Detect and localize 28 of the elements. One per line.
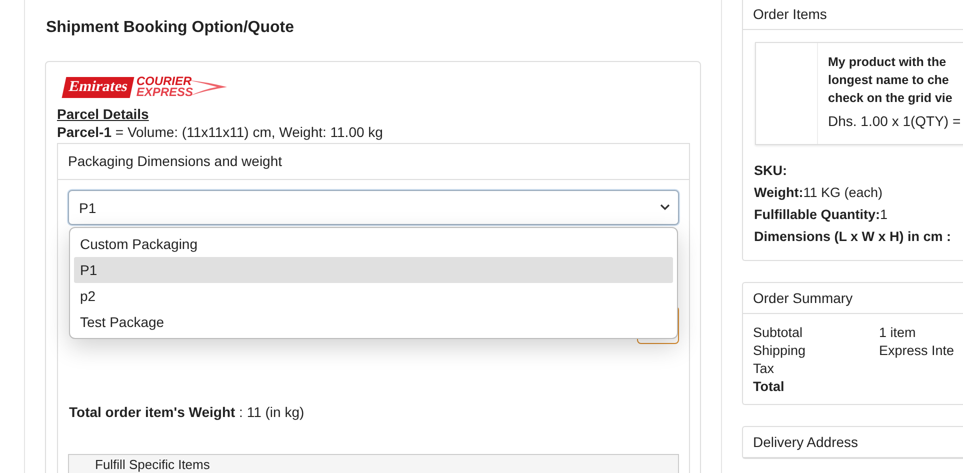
- chevron-down-icon: [660, 204, 670, 211]
- summary-label: Shipping: [753, 342, 807, 360]
- item-detail: Fulfillable Quantity:1: [754, 206, 889, 224]
- panel-title: Packaging Dimensions and weight: [68, 153, 282, 169]
- dropdown-option[interactable]: P1: [74, 257, 673, 283]
- summary-label: Subtotal: [753, 324, 804, 342]
- action-button[interactable]: [637, 306, 679, 344]
- dropdown-option[interactable]: p2: [74, 283, 673, 309]
- total-weight: Total order item's Weight : 11 (in kg): [68, 404, 306, 420]
- product-price: Dhs. 1.00 x 1(QTY) =: [828, 113, 961, 129]
- card-title: Order Items: [753, 6, 827, 22]
- packaging-select[interactable]: P1: [68, 190, 679, 225]
- card-title: Order Summary: [753, 290, 853, 306]
- parcel-heading: Parcel Details: [57, 106, 150, 123]
- dropdown-option[interactable]: Custom Packaging: [74, 231, 673, 257]
- fulfill-items-header[interactable]: Fulfill Specific Items: [68, 454, 679, 473]
- product-name: My product with the longest name to che check on the grid vie: [828, 54, 954, 107]
- page-title: Shipment Booking Option/Quote: [45, 19, 295, 38]
- card-title: Delivery Address: [753, 434, 858, 450]
- item-detail: SKU:: [754, 162, 788, 180]
- item-detail: Weight:11 KG (each): [754, 184, 884, 202]
- item-detail: Dimensions (L x W x H) in cm :: [754, 228, 952, 246]
- summary-value: 1 item: [879, 324, 916, 342]
- parcel-summary: Parcel-1 = Volume: (11x11x11) cm, Weight: 11.00 kg: [57, 123, 384, 142]
- summary-label: Tax: [753, 360, 776, 378]
- summary-label: Total: [753, 378, 786, 396]
- dropdown-option[interactable]: Test Package: [74, 309, 673, 335]
- summary-value: Express Inte: [879, 342, 954, 360]
